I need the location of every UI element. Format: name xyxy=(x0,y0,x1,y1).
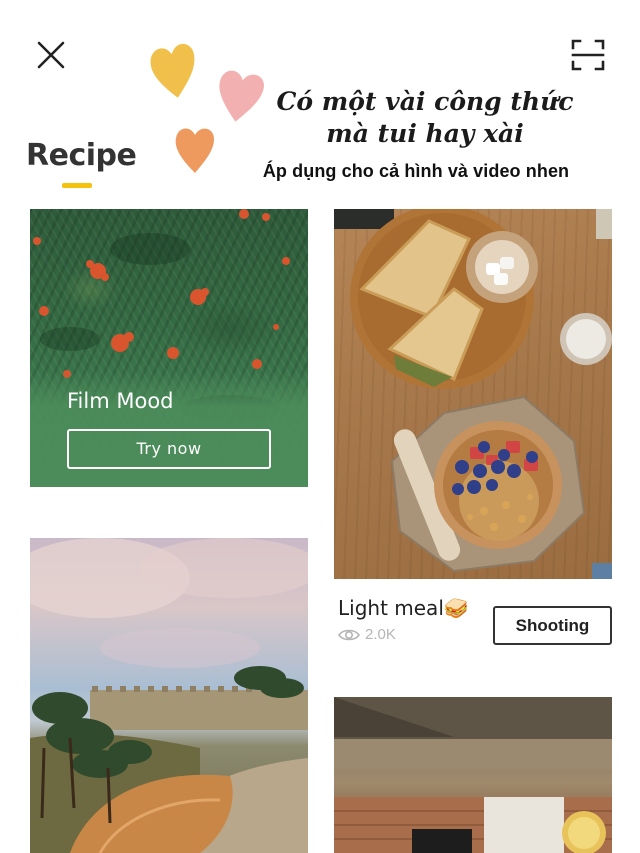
film-mood-title: Film Mood xyxy=(67,389,174,413)
orange-heart-sticker xyxy=(175,128,214,173)
shooting-button[interactable]: Shooting xyxy=(493,606,612,645)
scan-frame-icon xyxy=(571,39,605,71)
tab-recipe[interactable]: Recipe xyxy=(26,138,137,173)
landscape-illustration xyxy=(30,538,308,853)
recipe-card-film-mood[interactable]: Film Mood Try now xyxy=(30,209,308,487)
try-now-button[interactable]: Try now xyxy=(67,429,271,469)
landscape-photo[interactable] xyxy=(30,538,308,853)
tab-active-indicator xyxy=(62,183,92,188)
scan-button[interactable] xyxy=(570,38,606,72)
meal-illustration xyxy=(334,209,612,579)
eye-icon xyxy=(338,629,360,640)
headline: Có một vài công thức mà tui hay xài xyxy=(250,86,600,150)
close-icon xyxy=(37,41,65,69)
close-button[interactable] xyxy=(34,38,68,72)
yellow-heart-sticker xyxy=(150,43,195,98)
sandwich-emoji-icon: 🥪 xyxy=(443,596,469,620)
cafe-photo[interactable] xyxy=(334,697,612,853)
subline: Áp dụng cho cả hình và video nhen xyxy=(262,161,570,181)
light-meal-view-count: 2.0K xyxy=(365,626,396,643)
light-meal-title-text: Light meal xyxy=(338,596,444,620)
light-meal-photo[interactable] xyxy=(334,209,612,579)
light-meal-title: Light meal🥪 xyxy=(338,596,469,620)
light-meal-views: 2.0K xyxy=(338,626,396,643)
headline-line-1: Có một vài công thức xyxy=(276,87,574,116)
headline-line-2: mà tui hay xài xyxy=(326,119,524,148)
cafe-illustration xyxy=(334,697,612,853)
